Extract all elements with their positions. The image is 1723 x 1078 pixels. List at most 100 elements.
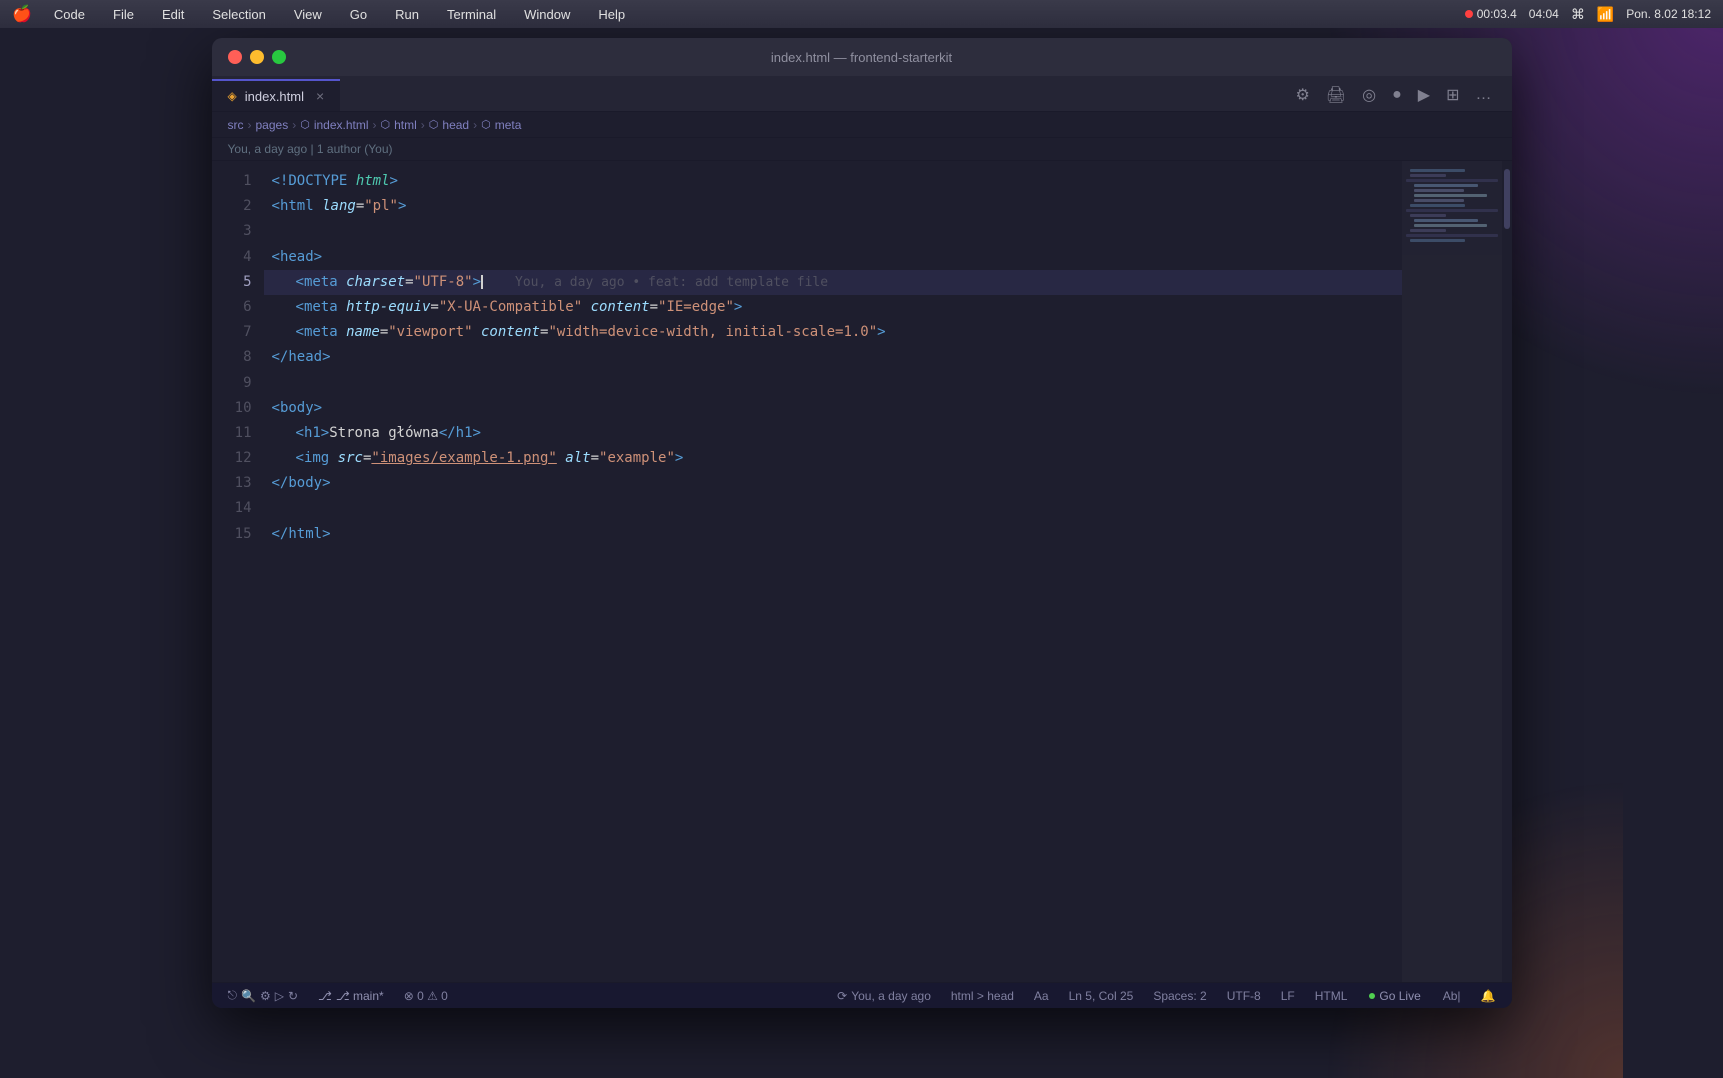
git-branch-status[interactable]: ⎇ ⎇ main* xyxy=(314,989,388,1003)
more-actions-icon[interactable]: … xyxy=(1472,84,1496,106)
menu-go[interactable]: Go xyxy=(344,5,373,24)
go-live-label: Go Live xyxy=(1379,989,1420,1003)
print-icon[interactable]: 🖨 xyxy=(1322,83,1350,107)
code-line-5: <meta charset="UTF-8"> You, a day ago • … xyxy=(264,270,1402,295)
cursor-position-status[interactable]: Ln 5, Col 25 xyxy=(1065,989,1138,1003)
html-path-status[interactable]: html > head xyxy=(947,989,1018,1003)
tab-filename: index.html xyxy=(245,89,304,104)
maximize-button[interactable] xyxy=(272,50,286,64)
errors-status[interactable]: ⊗ 0 ⚠ 0 xyxy=(400,989,452,1003)
layout-icon[interactable]: ⊞ xyxy=(1442,83,1463,107)
encoding-label: UTF-8 xyxy=(1227,989,1261,1003)
breadcrumb-head-icon: ⬡ xyxy=(429,118,439,131)
tab-bar: ◈ index.html × ⚙ 🖨 ◎ ● ▶ ⊞ … xyxy=(212,76,1512,112)
menu-run[interactable]: Run xyxy=(389,5,425,24)
minimap-line xyxy=(1406,209,1498,212)
play-icon[interactable]: ▶ xyxy=(1414,83,1434,107)
encoding-status[interactable]: UTF-8 xyxy=(1223,989,1265,1003)
record-time: 00:03.4 xyxy=(1477,7,1517,21)
code-line-2: <html lang="pl"> xyxy=(264,194,1402,219)
code-doctype-html: html xyxy=(356,169,390,194)
go-live-button[interactable]: Go Live xyxy=(1363,989,1426,1003)
code-line-4: <head> xyxy=(264,245,1402,270)
menu-items: Code File Edit Selection View Go Run Ter… xyxy=(48,5,631,24)
menu-terminal[interactable]: Terminal xyxy=(441,5,502,24)
img-src-value: "images/example-1.png" xyxy=(371,446,556,471)
code-line-3 xyxy=(264,219,1402,244)
date-time: Pon. 8.02 18:12 xyxy=(1626,7,1711,21)
status-icons-left[interactable]: ⎋ 🔍 ⚙ ▷ ↻ xyxy=(224,988,303,1003)
ln-12: 12 xyxy=(212,446,252,471)
breadcrumb-pages[interactable]: pages xyxy=(256,118,289,132)
menu-file[interactable]: File xyxy=(107,5,140,24)
close-button[interactable] xyxy=(228,50,242,64)
apple-icon[interactable]: 🍎 xyxy=(12,4,32,24)
bell-icon: 🔔 xyxy=(1481,989,1496,1003)
spaces-status[interactable]: Spaces: 2 xyxy=(1149,989,1210,1003)
menu-edit[interactable]: Edit xyxy=(156,5,190,24)
menu-selection[interactable]: Selection xyxy=(206,5,271,24)
breadcrumb-html[interactable]: html xyxy=(394,118,417,132)
breadcrumb-sep3: › xyxy=(373,118,377,132)
breadcrumb: src › pages › ⬡ index.html › ⬡ html › ⬡ … xyxy=(212,112,1512,138)
minimap-line xyxy=(1406,179,1498,182)
run-status-icon: ▷ xyxy=(275,989,284,1003)
git-blame: You, a day ago | 1 author (You) xyxy=(212,138,1512,161)
run-icon[interactable]: ● xyxy=(1388,84,1406,106)
editor-area: 1 2 3 4 5 6 7 8 9 10 11 12 13 14 15 <!DO… xyxy=(212,161,1512,982)
status-bar: ⎋ 🔍 ⚙ ▷ ↻ ⎇ ⎇ main* ⊗ 0 ⚠ 0 ⟳ You, a day… xyxy=(212,982,1512,1008)
code-line-12: <img src="images/example-1.png" alt="exa… xyxy=(264,446,1402,471)
breadcrumb-head[interactable]: head xyxy=(442,118,469,132)
code-line-6: <meta http-equiv="X-UA-Compatible" conte… xyxy=(264,295,1402,320)
breadcrumb-meta[interactable]: meta xyxy=(495,118,522,132)
tab-bar-actions: ⚙ 🖨 ◎ ● ▶ ⊞ … xyxy=(1291,83,1511,111)
menu-view[interactable]: View xyxy=(288,5,328,24)
minimap-line xyxy=(1414,224,1488,227)
menu-window[interactable]: Window xyxy=(518,5,576,24)
ln-3: 3 xyxy=(212,219,252,244)
breadcrumb-index-html[interactable]: index.html xyxy=(314,118,369,132)
split-editor-icon[interactable]: ⚙ xyxy=(1291,83,1313,107)
source-control-icon: ⎋ xyxy=(228,988,238,1003)
scrollbar-thumb[interactable] xyxy=(1504,169,1510,229)
ab-status[interactable]: Ab| xyxy=(1439,989,1465,1003)
minimize-button[interactable] xyxy=(250,50,264,64)
ln-4: 4 xyxy=(212,245,252,270)
mac-menubar: 🍎 Code File Edit Selection View Go Run T… xyxy=(0,0,1723,28)
sync-icon: ⟳ xyxy=(837,989,847,1003)
menu-help[interactable]: Help xyxy=(592,5,631,24)
minimap-line xyxy=(1406,234,1498,237)
breadcrumb-src[interactable]: src xyxy=(228,118,244,132)
search-icon[interactable]: ◎ xyxy=(1358,83,1380,107)
tab-file-icon: ◈ xyxy=(228,89,237,103)
notification-bell-icon[interactable]: 🔔 xyxy=(1477,989,1500,1003)
minimap-line xyxy=(1414,184,1478,187)
git-branch-label: ⎇ main* xyxy=(336,989,384,1003)
language-status[interactable]: HTML xyxy=(1311,989,1352,1003)
code-content[interactable]: <!DOCTYPE html> <html lang="pl"> <head> … xyxy=(264,161,1402,982)
tab-index-html[interactable]: ◈ index.html × xyxy=(212,79,341,111)
code-line-13: </body> xyxy=(264,471,1402,496)
git-info-status[interactable]: ⟳ You, a day ago xyxy=(833,989,935,1003)
minimap-line xyxy=(1414,189,1465,192)
vscode-window: index.html — frontend-starterkit ◈ index… xyxy=(212,38,1512,1008)
tab-close-icon[interactable]: × xyxy=(316,88,324,104)
ln-1: 1 xyxy=(212,169,252,194)
html-path-label: html > head xyxy=(951,989,1014,1003)
scrollbar-track[interactable] xyxy=(1502,161,1512,982)
code-doctype-kw: DOCTYPE xyxy=(288,169,347,194)
window-title: index.html — frontend-starterkit xyxy=(771,50,952,65)
minimap-line xyxy=(1414,194,1488,197)
line-ending-label: LF xyxy=(1281,989,1295,1003)
breadcrumb-html-icon: ⬡ xyxy=(381,118,391,131)
ln-15: 15 xyxy=(212,522,252,547)
menu-code[interactable]: Code xyxy=(48,5,91,24)
ln-8: 8 xyxy=(212,345,252,370)
code-line-9 xyxy=(264,371,1402,396)
minimap-line xyxy=(1414,219,1478,222)
ln-10: 10 xyxy=(212,396,252,421)
minimap-line xyxy=(1410,204,1465,207)
line-ending-status[interactable]: LF xyxy=(1277,989,1299,1003)
breadcrumb-sep4: › xyxy=(421,118,425,132)
case-sensitive-status[interactable]: Aa xyxy=(1030,989,1053,1003)
